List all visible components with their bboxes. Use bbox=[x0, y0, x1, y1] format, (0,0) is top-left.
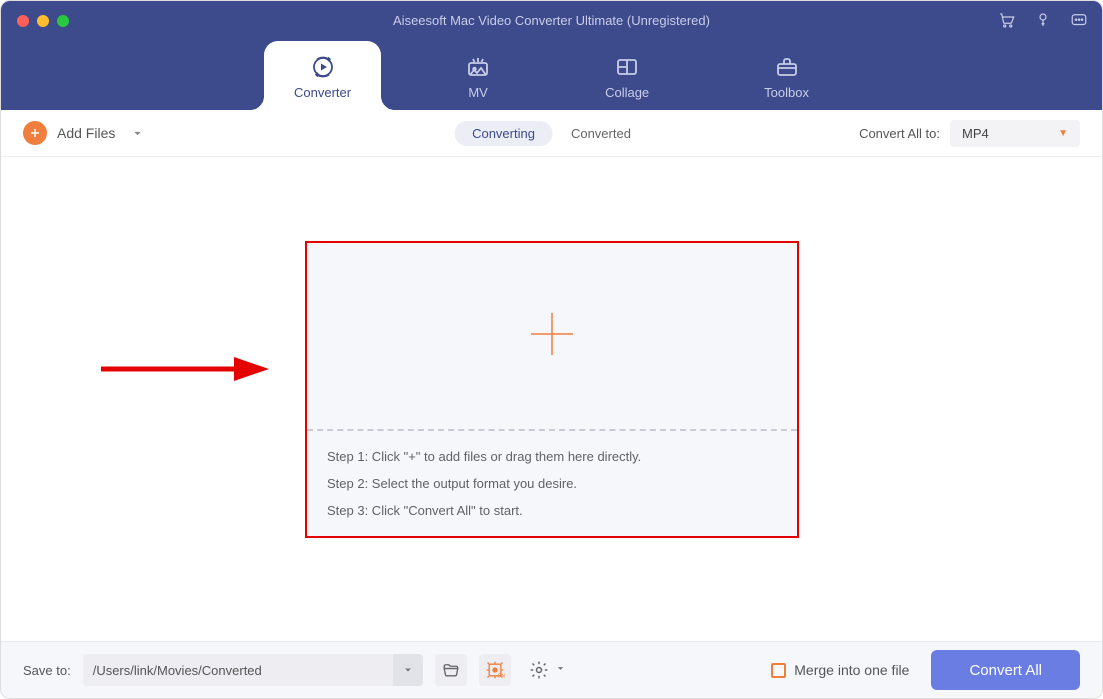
save-path-value: /Users/link/Movies/Converted bbox=[83, 654, 393, 686]
save-to-label: Save to: bbox=[23, 663, 71, 678]
drop-zone-add[interactable] bbox=[307, 243, 797, 429]
save-path-field[interactable]: /Users/link/Movies/Converted bbox=[83, 654, 423, 686]
titlebar: Aiseesoft Mac Video Converter Ultimate (… bbox=[1, 1, 1102, 110]
tab-label: Collage bbox=[605, 85, 649, 100]
step-3-text: Step 3: Click "Convert All" to start. bbox=[327, 503, 777, 518]
add-files-button[interactable]: Add Files bbox=[23, 121, 144, 145]
plus-icon bbox=[23, 121, 47, 145]
chevron-down-icon[interactable] bbox=[555, 661, 566, 679]
conversion-segment: Converting Converted bbox=[454, 121, 649, 146]
main-area: Step 1: Click "+" to add files or drag t… bbox=[1, 157, 1102, 641]
format-value: MP4 bbox=[962, 126, 989, 141]
tab-mv[interactable]: MV bbox=[436, 41, 520, 110]
segment-converting[interactable]: Converting bbox=[454, 121, 553, 146]
chevron-down-icon[interactable] bbox=[131, 127, 144, 140]
settings-button[interactable] bbox=[523, 654, 555, 686]
drop-zone[interactable]: Step 1: Click "+" to add files or drag t… bbox=[305, 241, 799, 538]
footer-bar: Save to: /Users/link/Movies/Converted ON bbox=[1, 641, 1102, 698]
sub-toolbar: Add Files Converting Converted Convert A… bbox=[1, 110, 1102, 157]
annotation-arrow bbox=[99, 353, 269, 385]
plus-icon bbox=[527, 309, 577, 364]
merge-checkbox[interactable]: Merge into one file bbox=[771, 662, 909, 678]
tab-label: Converter bbox=[294, 85, 351, 100]
convert-all-button[interactable]: Convert All bbox=[931, 650, 1080, 690]
tab-collage[interactable]: Collage bbox=[575, 41, 679, 110]
app-title: Aiseesoft Mac Video Converter Ultimate (… bbox=[1, 13, 1102, 28]
toolbox-icon bbox=[775, 55, 799, 77]
gpu-accel-button[interactable]: ON bbox=[479, 654, 511, 686]
tab-toolbox[interactable]: Toolbox bbox=[734, 41, 839, 110]
output-format-select[interactable]: MP4 ▼ bbox=[950, 120, 1080, 147]
tab-label: MV bbox=[468, 85, 488, 100]
key-icon[interactable] bbox=[1034, 11, 1052, 29]
step-2-text: Step 2: Select the output format you des… bbox=[327, 476, 777, 491]
checkbox-icon bbox=[771, 663, 786, 678]
cart-icon[interactable] bbox=[998, 11, 1016, 29]
tab-label: Toolbox bbox=[764, 85, 809, 100]
add-files-label: Add Files bbox=[57, 125, 115, 141]
save-path-dropdown[interactable] bbox=[393, 654, 423, 686]
instructions: Step 1: Click "+" to add files or drag t… bbox=[307, 431, 797, 536]
svg-text:ON: ON bbox=[497, 674, 505, 680]
converter-icon bbox=[311, 55, 335, 77]
mv-icon bbox=[466, 55, 490, 77]
convert-all-label: Convert All bbox=[969, 662, 1042, 679]
merge-label: Merge into one file bbox=[794, 662, 909, 678]
convert-all-to-label: Convert All to: bbox=[859, 126, 940, 141]
step-1-text: Step 1: Click "+" to add files or drag t… bbox=[327, 449, 777, 464]
feedback-icon[interactable] bbox=[1070, 11, 1088, 29]
chevron-down-icon: ▼ bbox=[1058, 128, 1068, 139]
collage-icon bbox=[615, 55, 639, 77]
segment-converted[interactable]: Converted bbox=[553, 121, 649, 146]
open-folder-button[interactable] bbox=[435, 654, 467, 686]
tab-converter[interactable]: Converter bbox=[264, 41, 381, 110]
